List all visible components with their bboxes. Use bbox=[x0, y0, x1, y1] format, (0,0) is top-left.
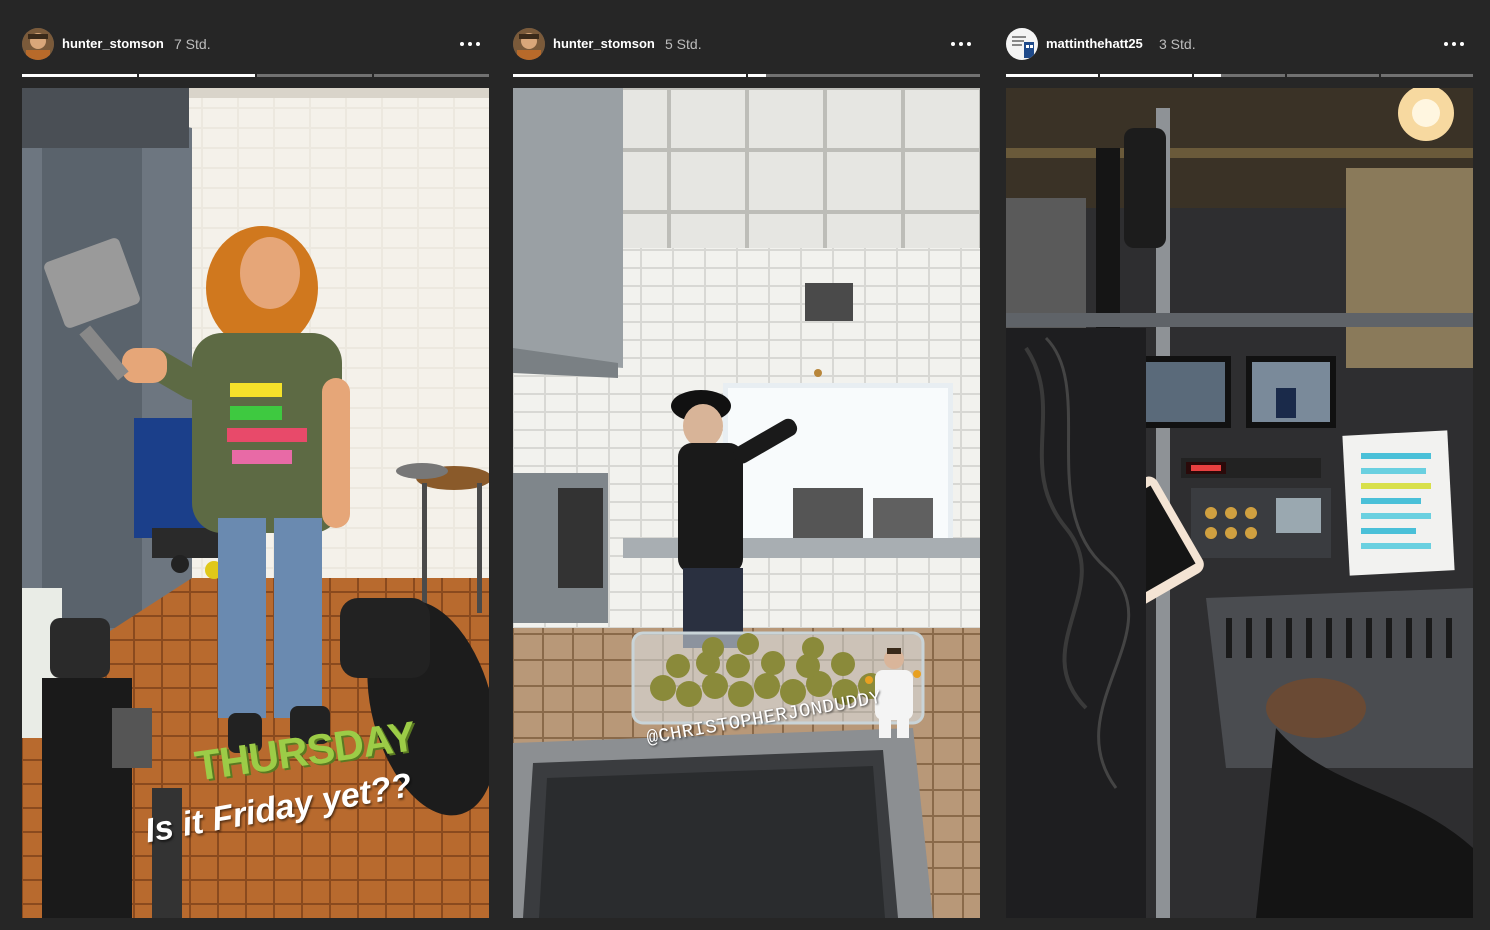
story-username[interactable]: hunter_stomson bbox=[553, 36, 655, 51]
story-card-2[interactable]: hunter_stomson 5 Std. @CHRISTOPHERJONDUD… bbox=[513, 0, 980, 930]
dot-icon bbox=[959, 42, 963, 46]
dot-icon bbox=[1452, 42, 1456, 46]
story-timestamp: 3 Std. bbox=[1159, 36, 1196, 52]
avatar-image-icon bbox=[1006, 28, 1038, 60]
user-avatar[interactable] bbox=[22, 28, 54, 60]
story-card-3[interactable]: mattinthehatt25 3 Std. bbox=[1006, 0, 1473, 930]
stories-viewer: hunter_stomson 7 Std. THURSDAY Is it Fri… bbox=[0, 0, 1490, 930]
story-header: mattinthehatt25 3 Std. bbox=[1006, 28, 1473, 60]
avatar-image-icon bbox=[513, 28, 545, 60]
progress-segment-fill bbox=[1099, 74, 1192, 77]
story-card-1[interactable]: hunter_stomson 7 Std. THURSDAY Is it Fri… bbox=[22, 0, 489, 930]
story-timestamp: 5 Std. bbox=[665, 36, 702, 52]
dot-icon bbox=[468, 42, 472, 46]
progress-segment bbox=[139, 74, 255, 77]
dot-icon bbox=[951, 42, 955, 46]
story-media[interactable]: THURSDAY Is it Friday yet?? bbox=[22, 88, 489, 918]
progress-segment bbox=[1381, 74, 1473, 77]
story-username[interactable]: hunter_stomson bbox=[62, 36, 164, 51]
dot-icon bbox=[1460, 42, 1464, 46]
more-options-button[interactable] bbox=[950, 34, 974, 54]
progress-segment bbox=[1287, 74, 1380, 77]
progress-segment-fill bbox=[513, 74, 746, 77]
progress-segment bbox=[373, 74, 489, 77]
more-options-button[interactable] bbox=[1443, 34, 1467, 54]
progress-segment-fill bbox=[139, 74, 255, 77]
progress-segment bbox=[1193, 74, 1286, 77]
user-avatar[interactable] bbox=[1006, 28, 1038, 60]
dot-icon bbox=[460, 42, 464, 46]
progress-segment bbox=[1006, 74, 1098, 77]
progress-segment-fill bbox=[1006, 74, 1098, 77]
progress-segment bbox=[256, 74, 372, 77]
avatar-image-icon bbox=[22, 28, 54, 60]
story-header: hunter_stomson 5 Std. bbox=[513, 28, 980, 60]
user-avatar[interactable] bbox=[513, 28, 545, 60]
progress-segment-fill bbox=[22, 74, 138, 77]
progress-segment-fill bbox=[747, 74, 767, 77]
kitchen-juggling-photo-icon bbox=[513, 88, 980, 918]
story-progress-bar bbox=[513, 74, 980, 77]
progress-segment-fill bbox=[1193, 74, 1222, 77]
story-progress-bar bbox=[22, 74, 489, 77]
story-header: hunter_stomson 7 Std. bbox=[22, 28, 489, 60]
more-options-button[interactable] bbox=[459, 34, 483, 54]
progress-segment bbox=[22, 74, 138, 77]
progress-segment bbox=[513, 74, 746, 77]
progress-segment bbox=[747, 74, 980, 77]
story-username[interactable]: mattinthehatt25 bbox=[1046, 36, 1143, 51]
story-progress-bar bbox=[1006, 74, 1473, 77]
story-timestamp: 7 Std. bbox=[174, 36, 211, 52]
dot-icon bbox=[476, 42, 480, 46]
dot-icon bbox=[1444, 42, 1448, 46]
story-media[interactable] bbox=[1006, 88, 1473, 918]
sound-cart-photo-icon bbox=[1006, 88, 1473, 918]
story-media[interactable]: @CHRISTOPHERJONDUDDY bbox=[513, 88, 980, 918]
progress-segment bbox=[1099, 74, 1192, 77]
dot-icon bbox=[967, 42, 971, 46]
